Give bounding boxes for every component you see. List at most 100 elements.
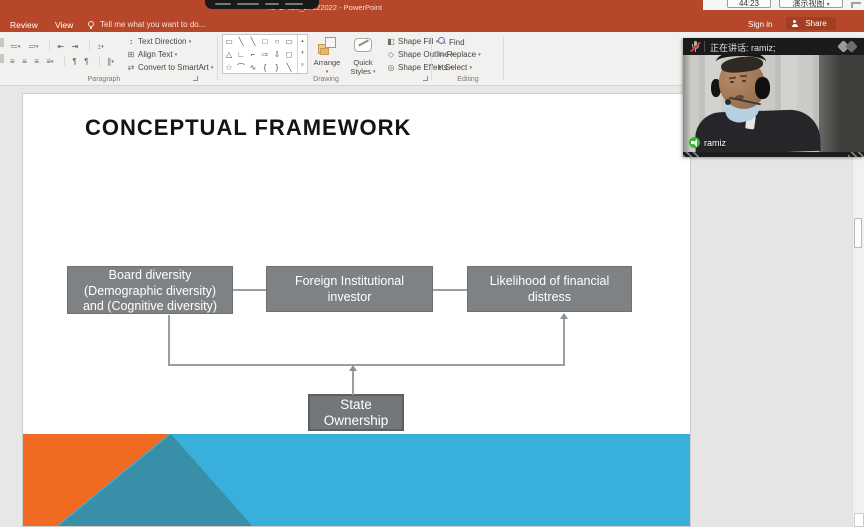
scrollbar-thumb[interactable] [854, 218, 862, 248]
shape-line[interactable]: ╲ [235, 35, 247, 48]
connector-down-left [168, 315, 170, 365]
replace-button[interactable]: ⇆Replace ▾ [438, 50, 481, 59]
shape-callout[interactable]: ◻ [283, 48, 295, 61]
pill-glyph [285, 3, 303, 5]
state-line1: State [310, 397, 402, 413]
shape-arrow-line[interactable]: ╲ [247, 35, 259, 48]
columns-button[interactable]: ∥▾ [107, 56, 114, 68]
arrowhead-to-distress [560, 313, 568, 319]
tab-review[interactable]: Review [10, 20, 38, 30]
shape-curve[interactable]: ∿ [247, 61, 259, 74]
slide-canvas[interactable]: CONCEPTUAL FRAMEWORK Board diversity (De… [22, 93, 691, 527]
shape-board-diversity[interactable]: Board diversity (Demographic diversity) … [67, 266, 233, 314]
speaking-label: 正在讲话: ramiz; [710, 41, 776, 54]
align-text-button[interactable]: ⊞Align Text ▾ [126, 50, 177, 59]
paragraph-group: ≔▾ ≕▾ ⇤ ⇥ ↕▾ ≡ ≡ ≡ ≡▾ ¶ ¶ ∥▾ ↕Text Direc [8, 32, 200, 85]
align-center-button[interactable]: ≡ [22, 56, 27, 67]
arrange-icon [316, 36, 338, 56]
divider [99, 56, 100, 66]
quick-styles-button[interactable]: QuickStyles ▾ [346, 58, 380, 76]
cursor-icon [438, 64, 442, 70]
shape-rounded-rect[interactable]: ▭ [283, 35, 295, 48]
board-line1: Board diversity [68, 268, 232, 284]
shape-brace-right[interactable]: } [271, 61, 283, 74]
connector-bottom [168, 364, 565, 366]
slide-title[interactable]: CONCEPTUAL FRAMEWORK [85, 115, 411, 141]
shape-outline-icon: ◇ [386, 50, 396, 59]
slide-bottom-decoration [23, 434, 691, 527]
smartart-icon: ⇄ [126, 63, 136, 72]
shape-state-ownership[interactable]: State Ownership [308, 394, 404, 431]
paragraph-dialog-launcher[interactable] [193, 76, 198, 81]
shape-textbox[interactable]: ▭ [223, 35, 235, 48]
find-button[interactable]: Find [438, 37, 465, 47]
shape-elbow-arrow[interactable]: ⌐ [247, 48, 259, 61]
mic-muted-icon [690, 41, 701, 52]
state-line2: Ownership [310, 413, 402, 429]
sign-in-link[interactable]: Sign in [748, 20, 772, 29]
meeting-control-pill[interactable] [205, 0, 319, 9]
webcam-video: ramiz [683, 55, 864, 152]
tell-me-box[interactable]: Tell me what you want to do... [100, 20, 205, 29]
text-direction-icon: ↕ [126, 37, 136, 46]
shape-oval[interactable]: ○ [271, 35, 283, 48]
shape-star[interactable]: ☆ [223, 61, 235, 74]
connector-fii-distress [433, 289, 467, 291]
drawing-group: ▭ ╲ ╲ □ ○ ▭ △ ∟ ⌐ ⇨ ⇩ ◻ ☆ ⌒ [222, 32, 430, 85]
toolbar-expand-icon[interactable] [851, 2, 861, 8]
screen: NPO Talk_27122022 - PowerPoint Review Vi… [0, 0, 864, 527]
speaker-active-icon [689, 137, 700, 148]
shape-brace-left[interactable]: { [259, 61, 271, 74]
shape-financial-distress[interactable]: Likelihood of financial distress [467, 266, 632, 312]
share-timer: 44:23 [727, 0, 771, 8]
ltr-button[interactable]: ¶ [72, 56, 76, 67]
cut-off-icon [0, 54, 4, 63]
group-divider [503, 36, 504, 80]
shape-arrow-down[interactable]: ⇩ [271, 48, 283, 61]
tab-view[interactable]: View [55, 20, 73, 30]
group-divider [431, 36, 432, 80]
select-button[interactable]: Select ▾ [438, 63, 472, 72]
shape-arrow-right[interactable]: ⇨ [259, 48, 271, 61]
text-direction-button[interactable]: ↕Text Direction ▾ [126, 37, 191, 46]
align-left-button[interactable]: ≡ [10, 56, 15, 67]
shape-elbow[interactable]: ∟ [235, 48, 247, 61]
person-eye [742, 80, 746, 82]
meeting-toolbar: 44:23 演示视图 ▾ [703, 0, 864, 10]
share-person-icon [792, 20, 798, 28]
resize-grip-icon[interactable] [848, 152, 864, 157]
convert-smartart-button[interactable]: ⇄Convert to SmartArt ▾ [126, 63, 213, 72]
connector-up-right [563, 319, 565, 365]
view-mode-button[interactable]: 演示视图 ▾ [779, 0, 843, 8]
rtl-button[interactable]: ¶ [84, 56, 88, 67]
quick-styles-icon [354, 38, 372, 52]
share-button[interactable]: Share [786, 17, 836, 30]
editing-group: Find ⇆Replace ▾ Select ▾ Editing [435, 32, 501, 85]
shape-fill-icon: ◧ [386, 37, 396, 46]
share-label: Share [805, 19, 826, 28]
replace-icon: ⇆ [438, 50, 445, 59]
shape-line2[interactable]: ╲ [283, 61, 295, 74]
scrollbar-corner [854, 513, 864, 527]
justify-button[interactable]: ≡▾ [46, 56, 53, 68]
shape-rect[interactable]: □ [259, 35, 271, 48]
webcam-window[interactable]: 正在讲话: ramiz; ramiz [683, 38, 864, 157]
gallery-scroll-up-icon[interactable]: ▴ [298, 35, 307, 47]
drawing-dialog-launcher[interactable] [423, 76, 428, 81]
arrange-button[interactable]: Arrange▾ [306, 58, 348, 76]
connector-board-fii [233, 289, 266, 291]
divider [704, 41, 705, 52]
arrange-icon-front2 [320, 48, 329, 55]
divider [49, 41, 50, 51]
shapes-gallery[interactable]: ▭ ╲ ╲ □ ○ ▭ △ ∟ ⌐ ⇨ ⇩ ◻ ☆ ⌒ [222, 34, 308, 74]
resize-grip-icon[interactable] [683, 152, 699, 157]
webcam-window-edge[interactable] [683, 152, 864, 157]
shape-foreign-institutional-investor[interactable]: Foreign Institutional investor [266, 266, 433, 312]
align-right-button[interactable]: ≡ [34, 56, 39, 67]
webcam-header: 正在讲话: ramiz; [683, 38, 864, 55]
scrollbar-track[interactable] [852, 157, 864, 527]
shape-arc[interactable]: ⌒ [235, 61, 247, 74]
align-text-icon: ⊞ [126, 50, 136, 59]
cut-off-icon [0, 38, 4, 47]
shape-triangle[interactable]: △ [223, 48, 235, 61]
